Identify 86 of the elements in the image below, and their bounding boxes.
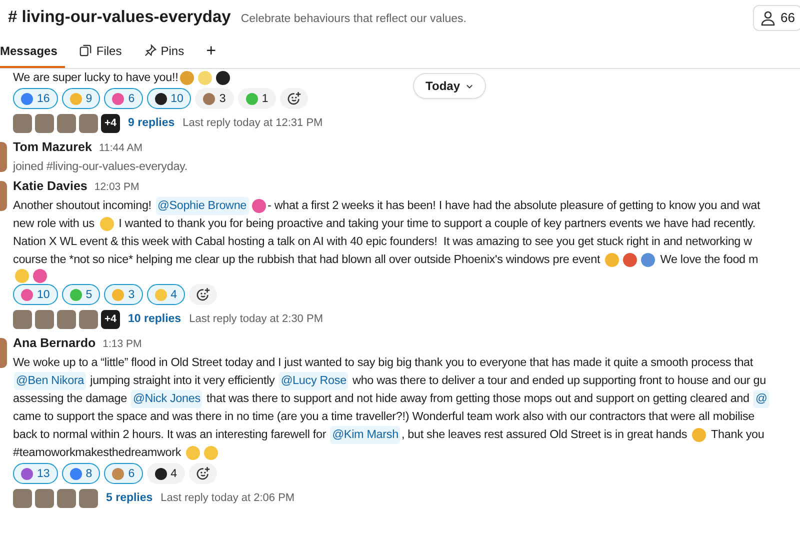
message-text: assessing the damage	[13, 391, 128, 407]
mention-link[interactable]: @Sophie Browne	[156, 197, 249, 215]
add-reaction-button[interactable]	[189, 284, 218, 305]
message-text: who was there to deliver a tour and ended up supporting front to house and our gu	[352, 373, 766, 389]
message-time[interactable]: 1:13 PM	[102, 338, 142, 350]
message-text: We love the food m	[659, 252, 758, 268]
reaction-button[interactable]: 1	[238, 88, 276, 109]
last-reply-time: Last reply today at 2:06 PM	[160, 492, 295, 504]
message-text: Nation X WL event & this week with Cabal hosting a talk on AI with 40 epic founders! It was amazing to see you get stuck right in and networking w	[13, 234, 752, 250]
person-icon	[760, 10, 776, 26]
add-reaction-button[interactable]	[189, 463, 218, 484]
tab[interactable]: Files	[71, 35, 130, 68]
message-text: back to normal within 2 hours. It was an interesting farewell for	[13, 427, 328, 443]
avatar-photo-placeholder[interactable]	[35, 310, 54, 328]
message-time[interactable]: 12:03 PM	[94, 181, 140, 193]
message-text: , but she leaves rest assured Old Street is in great hands	[401, 427, 688, 443]
message-text: that was there to support and not hide away from getting those mops out and support on getting cleared and	[206, 391, 750, 407]
avatar-photo-placeholder[interactable]	[57, 114, 76, 132]
message-text: jumping straight into it very efficiently	[88, 373, 276, 389]
avatar-photo-placeholder[interactable]	[35, 488, 54, 508]
reaction-button[interactable]: 13	[13, 463, 58, 484]
message-text: came to support the space and was there in no time (are you a time traveller?!) Wonderful team work also with our contractors that were all mobilise	[13, 409, 755, 425]
replies-link[interactable]: 9 replies	[128, 117, 175, 129]
avatar-photo-placeholder[interactable]	[13, 310, 32, 328]
reaction-button[interactable]: 9	[62, 88, 100, 109]
avatar-photo-placeholder[interactable]	[79, 310, 98, 328]
message-text: course the *not so nice* helping me clear up the rubbish that had blown all over outside Phoenix's windows pre event	[13, 252, 602, 268]
message-text: - what a first 2 weeks it has been! I have had the absolute pleasure of getting to know you and wat	[268, 198, 760, 214]
date-divider-button[interactable]: Today	[412, 73, 486, 99]
avatar-photo-placeholder[interactable]	[57, 488, 76, 508]
message-time[interactable]: 11:44 AM	[98, 142, 143, 154]
members-button[interactable]: 66	[752, 4, 800, 30]
channel-title[interactable]: # living-our-values-everyday	[8, 8, 231, 27]
avatar-photo-placeholder[interactable]	[79, 488, 98, 508]
avatar-photo-placeholder[interactable]	[0, 338, 7, 368]
tab[interactable]: +	[198, 35, 224, 68]
mention-link[interactable]: @Lucy Rose	[278, 372, 348, 390]
more-avatars-badge[interactable]: +4	[101, 114, 120, 132]
message-text: We woke up to a “little” flood in Old Street today and I just wanted to say big big thank you to everyone that has made it quite a smooth process that	[13, 355, 754, 371]
channel-description: Celebrate behaviours that reflect our values.	[240, 12, 466, 24]
last-reply-time: Last reply today at 2:30 PM	[189, 313, 323, 325]
author-name[interactable]: Tom Mazurek	[13, 140, 92, 154]
tab[interactable]: Messages	[0, 35, 66, 68]
last-reply-time: Last reply today at 12:31 PM	[182, 117, 323, 129]
reaction-button[interactable]: 10	[13, 284, 58, 305]
replies-link[interactable]: 5 replies	[106, 492, 153, 504]
chevron-icon	[466, 82, 473, 90]
message-text: joined #living-our-values-everyday.	[13, 159, 188, 175]
message-text: Another shoutout incoming!	[13, 198, 152, 214]
more-avatars-badge[interactable]: +4	[101, 310, 120, 328]
reaction-button[interactable]: 4	[146, 463, 186, 484]
mention-link[interactable]: @Nick Jones	[131, 390, 202, 408]
reaction-button[interactable]: 8	[62, 463, 100, 484]
reaction-button[interactable]: 10	[146, 88, 192, 109]
avatar-photo-placeholder[interactable]	[13, 488, 32, 508]
reaction-button[interactable]: 4	[146, 284, 186, 305]
smiley-plus-icon	[196, 287, 211, 302]
message-text: I wanted to thank you for being proactive and taking your time to support a couple of key partners events we have had recently.	[118, 216, 756, 232]
reaction-button[interactable]: 16	[13, 88, 58, 109]
message-text: Thank you	[710, 427, 764, 443]
smiley-plus-icon	[196, 466, 211, 481]
reaction-button[interactable]: 3	[195, 88, 234, 109]
replies-link[interactable]: 10 replies	[128, 313, 182, 325]
files-icon	[79, 44, 92, 57]
reaction-button[interactable]: 3	[104, 284, 143, 305]
avatar-photo-placeholder[interactable]	[13, 114, 32, 132]
avatar-photo-placeholder[interactable]	[0, 181, 7, 211]
reaction-button[interactable]: 5	[62, 284, 100, 305]
tab[interactable]: Pins	[136, 35, 192, 68]
avatar-photo-placeholder[interactable]	[35, 114, 54, 132]
smiley-plus-icon	[286, 91, 302, 106]
avatar-photo-placeholder[interactable]	[0, 142, 7, 172]
author-name[interactable]: Katie Davies	[13, 179, 88, 193]
pin-icon	[144, 44, 157, 57]
message-text: new role with us	[13, 216, 96, 232]
mention-link[interactable]: @Ben Nikora	[14, 372, 86, 390]
avatar-photo-placeholder[interactable]	[79, 114, 98, 132]
message-text: #teamoworkmakesthedreamwork	[13, 445, 182, 461]
add-reaction-button[interactable]	[280, 88, 308, 109]
mention-link[interactable]: @Kim Marsh	[330, 426, 400, 444]
reaction-button[interactable]: 6	[104, 88, 143, 109]
message-text: We are super lucky to have you!!	[13, 70, 178, 86]
avatar-photo-placeholder[interactable]	[57, 310, 76, 328]
mention-link[interactable]: @	[753, 390, 770, 408]
reaction-button[interactable]: 6	[104, 463, 143, 484]
author-name[interactable]: Ana Bernardo	[13, 336, 96, 350]
